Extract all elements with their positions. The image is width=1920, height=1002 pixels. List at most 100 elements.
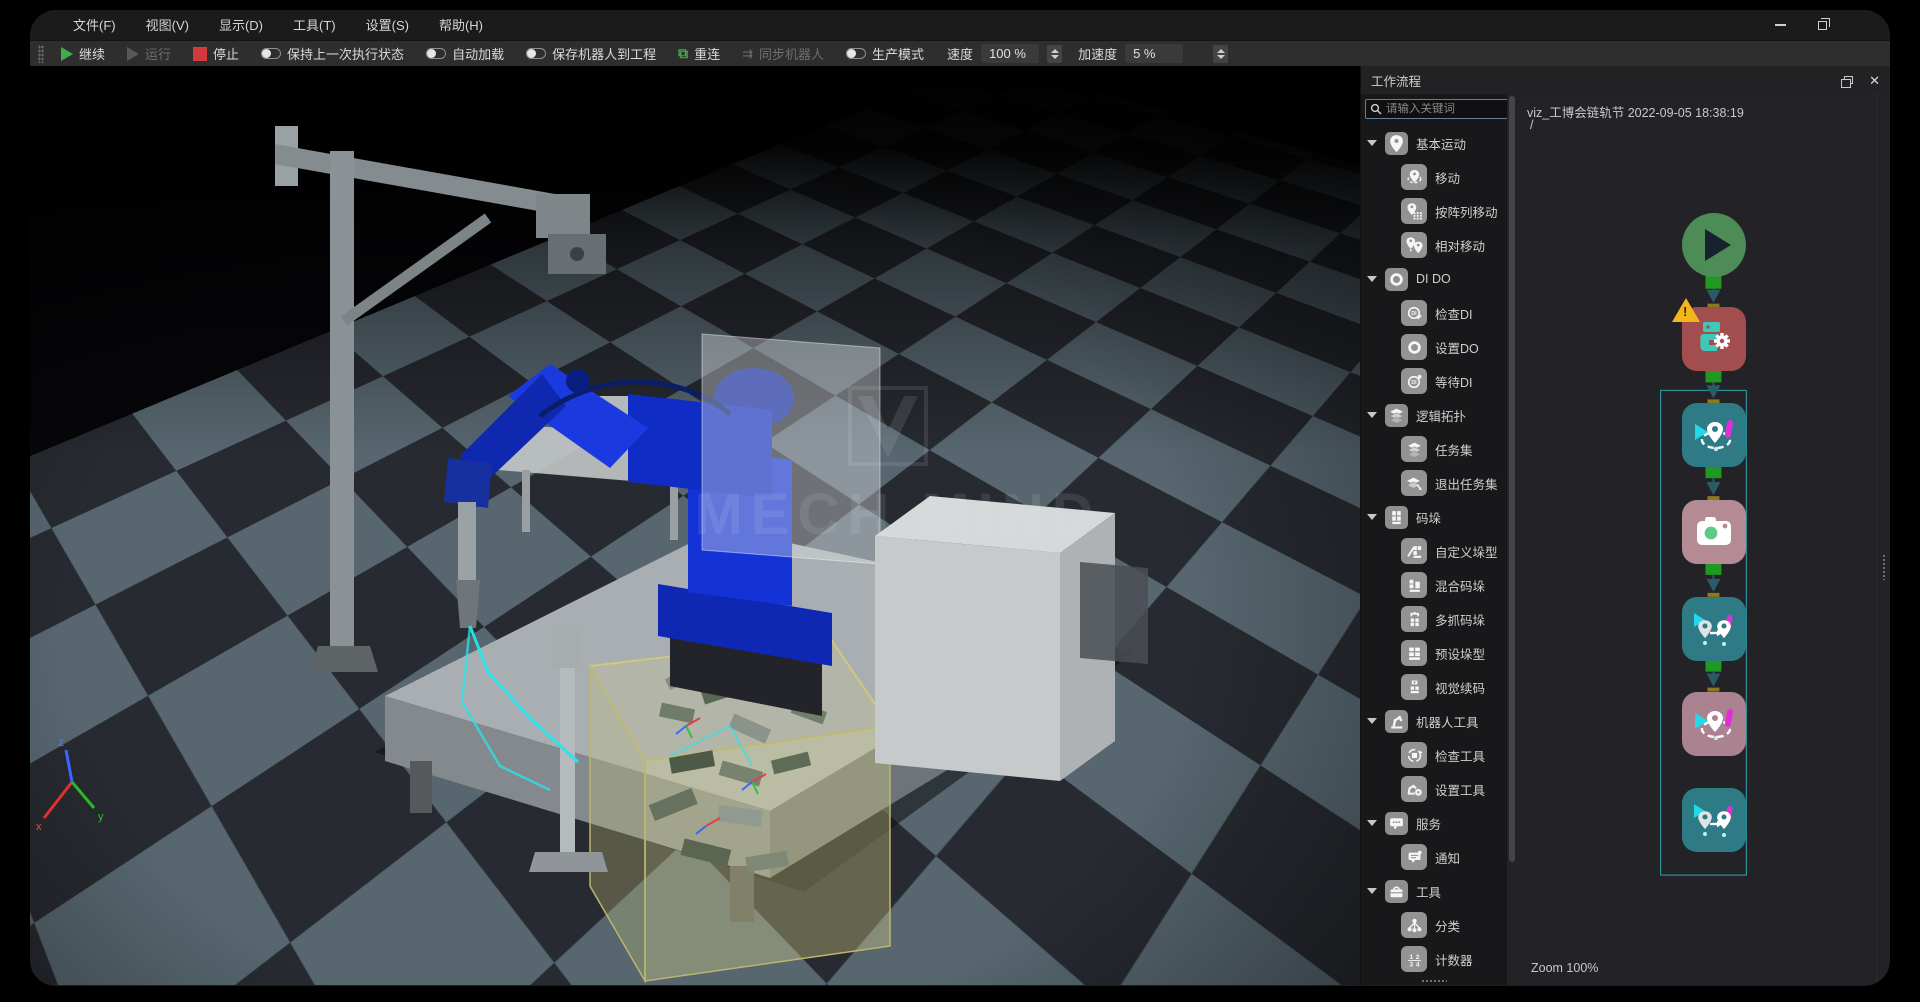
tree-item-2-1[interactable]: 退出任务集 (1361, 466, 1507, 500)
accel-spinner[interactable] (1213, 45, 1228, 63)
toolbar-grip-handle[interactable] (38, 45, 44, 63)
flow-node-move-1[interactable] (1682, 403, 1746, 467)
restore-button[interactable] (1814, 18, 1830, 32)
tree-section-4[interactable]: 机器人工具 (1361, 704, 1507, 738)
flow-node-move-3[interactable] (1682, 788, 1746, 852)
panel-close-button[interactable]: ✕ (1869, 74, 1880, 87)
auto-load-toggle[interactable]: 自动加载 (419, 42, 511, 65)
tree-section-6[interactable]: 工具 (1361, 874, 1507, 908)
stop-button[interactable]: 停止 (186, 42, 246, 65)
reconnect-button[interactable]: ⧉ 重连 (671, 42, 727, 65)
tree-item-3-4[interactable]: 视觉续码 (1361, 670, 1507, 704)
save-robot-label: 保存机器人到工程 (552, 44, 656, 63)
tree-section-2[interactable]: 逻辑拓扑 (1361, 398, 1507, 432)
app-window: 文件(F)视图(V)显示(D)工具(T)设置(S)帮助(H) 继续 运行 停止 … (30, 10, 1890, 986)
continue-button[interactable]: 继续 (54, 42, 112, 65)
tree-section-0[interactable]: 基本运动 (1361, 126, 1507, 160)
tree-section-5[interactable]: 服务 (1361, 806, 1507, 840)
tree-item-label: 任务集 (1435, 440, 1473, 459)
tree-item-1-2[interactable]: DI等待DI (1361, 364, 1507, 398)
layers-icon (1385, 404, 1408, 427)
run-label: 运行 (145, 44, 171, 63)
tree-item-1-0[interactable]: DI 检查DI (1361, 296, 1507, 330)
save-robot-toggle[interactable]: 保存机器人到工程 (519, 42, 663, 65)
svg-text:DI: DI (1411, 310, 1417, 316)
viewport-3d[interactable]: MECH MIND z x y (30, 66, 1360, 985)
pallet-multi-icon (1401, 606, 1427, 632)
notify-icon (1401, 844, 1427, 870)
tree-item-label: 检查DI (1435, 304, 1473, 323)
zoom-label: Zoom 100% (1531, 961, 1598, 975)
caret-down-icon (1367, 412, 1377, 418)
tree-item-3-1[interactable]: 混合码垛 (1361, 568, 1507, 602)
keep-last-label: 保持上一次执行状态 (287, 44, 404, 63)
tree-item-6-1[interactable]: 1234计数器 (1361, 942, 1507, 976)
panel-title: 工作流程 (1371, 71, 1421, 90)
panel-float-button[interactable] (1844, 71, 1853, 89)
play-icon (61, 47, 73, 61)
tree-item-label: 退出任务集 (1435, 474, 1498, 493)
caret-down-icon (1367, 514, 1377, 520)
pin-pair-icon (1401, 232, 1427, 258)
tree-item-3-0[interactable]: 自定义垛型 (1361, 534, 1507, 568)
keep-last-state-toggle[interactable]: 保持上一次执行状态 (254, 42, 411, 65)
menu-item-1[interactable]: 视图(V) (131, 14, 204, 37)
flow-node-vision-move[interactable] (1682, 692, 1746, 756)
tree-item-3-2[interactable]: 多抓码垛 (1361, 602, 1507, 636)
sync-icon: ⇉ (742, 46, 753, 62)
menu-item-0[interactable]: 文件(F) (58, 14, 131, 37)
canvas-splitter[interactable] (1876, 94, 1890, 985)
viewport-vignette (30, 66, 1360, 985)
connector-arrow (1706, 290, 1720, 303)
tree-section-3[interactable]: 码垛 (1361, 500, 1507, 534)
connector-arrow (1706, 482, 1720, 495)
speed-value[interactable]: 100 % (981, 44, 1039, 63)
pallet-icon (1385, 506, 1408, 529)
pallet-vision-icon (1401, 674, 1427, 700)
menu-item-2[interactable]: 显示(D) (204, 14, 278, 37)
toolbar: 继续 运行 停止 保持上一次执行状态 自动加载 保存机器人到工程 ⧉ 重连 ⇉ … (30, 40, 1890, 66)
search-icon (1370, 103, 1382, 115)
tree-item-0-2[interactable]: 相对移动 (1361, 228, 1507, 262)
tool-gear-icon (1401, 776, 1427, 802)
flow-node-capture[interactable] (1682, 500, 1746, 564)
caret-down-icon (1367, 820, 1377, 826)
tree-item-6-0[interactable]: 分类 (1361, 908, 1507, 942)
minimize-button[interactable] (1772, 18, 1788, 32)
tree-item-1-1[interactable]: 设置DO (1361, 330, 1507, 364)
tree-item-0-1[interactable]: 按阵列移动 (1361, 194, 1507, 228)
start-play-icon (1705, 229, 1731, 261)
tree-item-4-1[interactable]: 设置工具 (1361, 772, 1507, 806)
flow-node-move-2[interactable] (1682, 597, 1746, 661)
flow-node-set-tool[interactable] (1682, 307, 1746, 371)
run-button[interactable]: 运行 (120, 42, 178, 65)
flow-node-start[interactable] (1682, 213, 1746, 277)
tree-item-label: 自定义垛型 (1435, 542, 1498, 561)
float-icon (1844, 76, 1853, 84)
list-resize-handle[interactable] (1421, 979, 1447, 983)
menu-item-3[interactable]: 工具(T) (278, 14, 351, 37)
tree-item-3-3[interactable]: 预设垛型 (1361, 636, 1507, 670)
flow-canvas[interactable]: viz_工博会链轨节 2022-09-05 18:38:19 / Zoom 10… (1517, 94, 1876, 985)
reconnect-label: 重连 (694, 44, 720, 63)
main-content: MECH MIND z x y 工作流程 ✕ (30, 66, 1890, 985)
speed-label: 速度 (939, 44, 973, 63)
connector-arrow (1706, 674, 1720, 687)
menu-item-4[interactable]: 设置(S) (351, 14, 424, 37)
tree-item-label: 移动 (1435, 168, 1460, 187)
tree-section-label: 服务 (1416, 814, 1441, 833)
tree-item-0-0[interactable]: 移动 (1361, 160, 1507, 194)
accel-value[interactable]: 5 % (1125, 44, 1183, 63)
tree-item-4-0[interactable]: 检查工具 (1361, 738, 1507, 772)
tree-item-2-0[interactable]: 任务集 (1361, 432, 1507, 466)
tree-item-label: 混合码垛 (1435, 576, 1485, 595)
menu-item-5[interactable]: 帮助(H) (424, 14, 498, 37)
svg-text:2: 2 (1415, 953, 1419, 960)
tree-scrollbar[interactable] (1507, 94, 1517, 985)
speed-spinner[interactable] (1047, 45, 1062, 63)
sync-robot-button[interactable]: ⇉ 同步机器人 (735, 42, 831, 65)
tree-item-5-0[interactable]: 通知 (1361, 840, 1507, 874)
production-mode-toggle[interactable]: 生产模式 (839, 42, 931, 65)
tree-section-1[interactable]: DI DO (1361, 262, 1507, 296)
screenshot-root: 文件(F)视图(V)显示(D)工具(T)设置(S)帮助(H) 继续 运行 停止 … (0, 0, 1920, 1002)
